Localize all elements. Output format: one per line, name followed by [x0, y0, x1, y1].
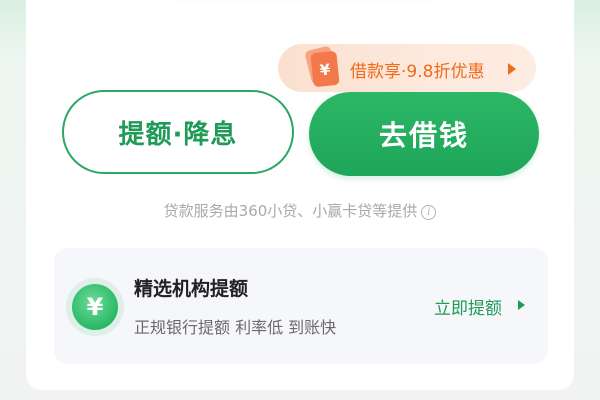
info-icon[interactable]: i	[421, 205, 437, 220]
red-envelope-yen-icon: ¥	[305, 46, 340, 87]
promo-arrow-icon	[508, 63, 516, 75]
offer-title: 精选机构提额	[134, 278, 249, 300]
triangle-right-icon	[518, 300, 525, 310]
provider-disclaimer: 贷款服务由360小贷、小赢卡贷等提供 i	[0, 200, 600, 221]
raise-limit-button[interactable]: 提额·降息	[62, 90, 294, 174]
raise-now-link[interactable]: 立即提额	[434, 294, 502, 319]
promo-text[interactable]: 借款享·9.8折优惠	[350, 57, 484, 82]
card-top-edge	[170, 0, 440, 2]
disclaimer-text: 贷款服务由360小贷、小赢卡贷等提供	[163, 202, 418, 220]
borrow-button[interactable]: 去借钱	[309, 92, 539, 176]
yen-badge-icon: ¥	[72, 284, 118, 330]
offer-subtitle: 正规银行提额 利率低 到账快	[134, 318, 337, 337]
